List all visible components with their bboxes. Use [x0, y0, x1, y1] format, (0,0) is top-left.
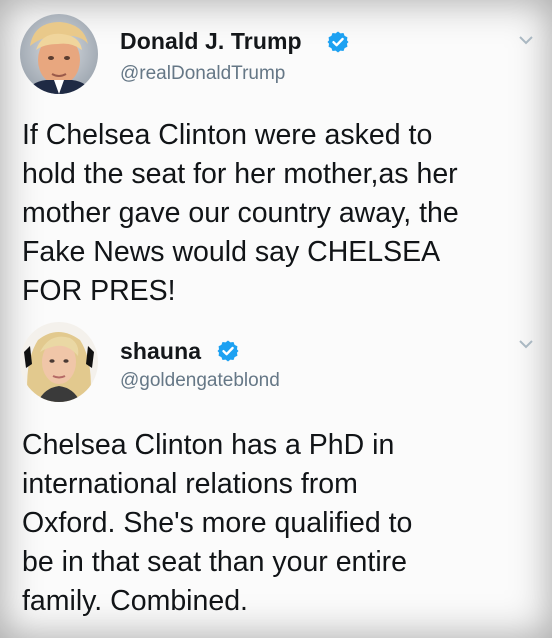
chevron-down-icon[interactable] — [518, 338, 534, 350]
user-handle[interactable]: @goldengateblond — [120, 370, 280, 392]
avatar[interactable] — [20, 322, 98, 402]
tweet-text-line: FOR PRES! — [22, 275, 176, 307]
display-name[interactable]: shauna — [120, 338, 201, 365]
tweet-text-line: Fake News would say CHELSEA — [22, 236, 441, 268]
verified-badge-icon — [327, 31, 349, 53]
tweet-text: Chelsea Clinton has a PhD in internation… — [22, 426, 542, 621]
display-name[interactable]: Donald J. Trump — [120, 28, 302, 55]
user-handle[interactable]: @realDonaldTrump — [120, 63, 285, 85]
tweet-text-line: family. Combined. — [22, 585, 248, 617]
chevron-down-icon[interactable] — [518, 34, 534, 46]
avatar[interactable] — [20, 14, 98, 94]
tweet-text-line: be in that seat than your entire — [22, 546, 408, 578]
tweet-text-line: hold the seat for her mother,as her — [22, 158, 458, 190]
tweet-text-line: international relations from — [22, 468, 358, 500]
tweet-text-line: Chelsea Clinton has a PhD in — [22, 429, 395, 461]
tweet-text-line: mother gave our country away, the — [22, 197, 459, 229]
verified-badge-icon — [217, 340, 239, 362]
tweet-text-line: If Chelsea Clinton were asked to — [22, 119, 433, 151]
tweet-text: If Chelsea Clinton were asked to hold th… — [22, 116, 542, 311]
tweet-text-line: Oxford. She's more qualified to — [22, 507, 413, 539]
tweet-card: Donald J. Trump @realDonaldTrump If Chel… — [0, 0, 552, 330]
screenshot-frame: Donald J. Trump @realDonaldTrump If Chel… — [0, 0, 552, 638]
